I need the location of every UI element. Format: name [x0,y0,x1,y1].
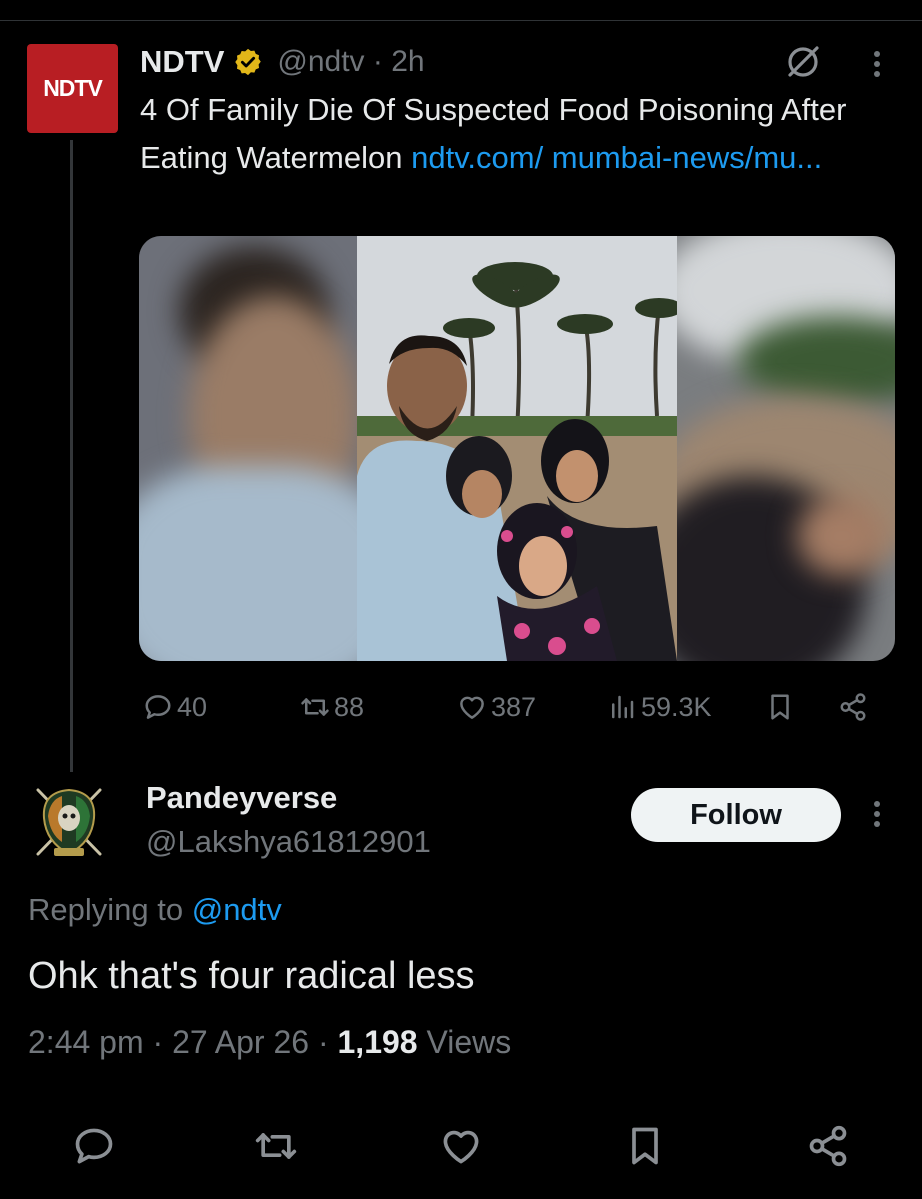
share-icon[interactable] [806,1124,850,1168]
replying-to-prefix: Replying to [28,892,192,927]
tweet-header: NDTV @ndtv · 2h [140,40,425,84]
bookmark-icon[interactable] [623,1124,667,1168]
blurred-shirt [139,466,357,661]
tweet-link[interactable]: ndtv.com/ mumbai-news/mu... [411,140,822,175]
author-handle[interactable]: @ndtv · 2h [277,45,424,79]
family-photo [357,236,677,661]
reply-count: 40 [177,691,208,722]
repost-action[interactable]: 88 [300,685,364,729]
reply-author-name[interactable]: Pandeyverse [146,780,337,816]
views-count: 59.3K [641,691,712,722]
replying-to-mention[interactable]: @ndtv [192,892,282,927]
more-vertical-icon[interactable] [868,48,886,80]
repost-icon [301,698,329,716]
follow-button[interactable]: Follow [631,788,841,842]
views-icon [612,695,634,719]
top-divider [0,20,922,21]
grok-icon[interactable] [783,42,823,82]
reply-text: Ohk that's four radical less [28,955,475,997]
share-icon [840,693,866,721]
blurred-hand [797,496,887,576]
reply-views-count: 1,198 [337,1024,418,1060]
bookmark-icon [771,694,789,720]
reply-author-avatar[interactable] [32,782,106,862]
reply-author-handle[interactable]: @Lakshya61812901 [146,824,431,860]
share-action[interactable] [838,685,868,729]
reply-icon[interactable] [72,1124,116,1168]
like-icon[interactable] [439,1124,483,1168]
reply-action-bar [0,1124,922,1170]
replying-to: Replying to @ndtv [28,892,282,928]
reply-icon [145,695,171,719]
media-panel-left [139,236,357,661]
reply-views-label: Views [417,1024,512,1060]
more-vertical-icon[interactable] [868,798,886,830]
reply-timestamp[interactable]: 2:44 pm · 27 Apr 26 · [28,1024,338,1060]
ndtv-avatar[interactable]: NDTV [27,44,118,133]
reply-meta: 2:44 pm · 27 Apr 26 · 1,198 Views [28,1024,511,1061]
reply-action[interactable]: 40 [143,685,207,729]
verified-badge-icon [235,48,262,76]
like-action[interactable]: 387 [457,685,536,729]
media-panel-right [677,236,895,661]
repost-count: 88 [334,691,365,722]
like-count: 387 [491,691,537,722]
media-panel-center [357,236,677,661]
bookmark-action[interactable] [765,685,795,729]
thread-line [70,140,73,772]
author-name[interactable]: NDTV [140,44,224,80]
ndtv-logo-text: NDTV [43,75,103,101]
like-icon [460,696,484,719]
repost-icon[interactable] [254,1124,298,1168]
views-action[interactable]: 59.3K [607,685,712,729]
tweet-media-image[interactable] [139,236,895,661]
tweet-text: 4 Of Family Die Of Suspected Food Poison… [140,86,900,182]
